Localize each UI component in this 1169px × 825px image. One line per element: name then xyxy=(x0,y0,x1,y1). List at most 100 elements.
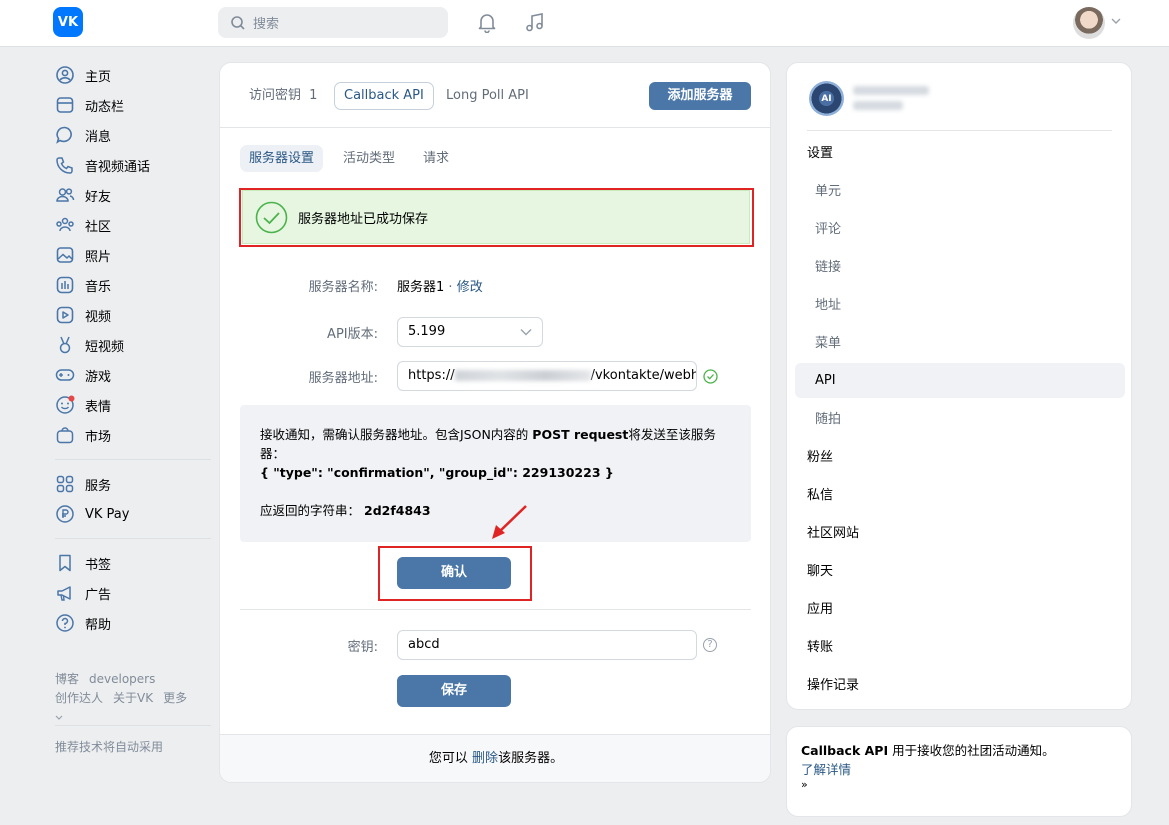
nav-label: 游戏 xyxy=(85,369,112,385)
menu-item-sections[interactable]: 单元 xyxy=(795,174,1125,209)
nav-item-home[interactable]: 主页 xyxy=(55,60,215,90)
friends-icon xyxy=(56,188,75,202)
menu-item-settings[interactable]: 设置 xyxy=(795,136,1125,171)
gamepad-icon xyxy=(55,369,75,381)
nav-item-help[interactable]: 帮助 xyxy=(55,608,215,638)
bell-icon[interactable] xyxy=(476,11,498,33)
menu-item-comments[interactable]: 评论 xyxy=(795,212,1125,247)
info-text: 接收通知，需确认服务器地址。包含JSON内容的 xyxy=(260,427,533,442)
chevron-down-icon xyxy=(520,329,532,336)
info-json: { "type": "confirmation", "group_id": 22… xyxy=(260,465,614,480)
annotation-arrow xyxy=(492,505,527,539)
nav-label: 短视频 xyxy=(85,339,125,355)
menu-item-action-log[interactable]: 操作记录 xyxy=(795,668,1125,703)
menu-item-community-site[interactable]: 社区网站 xyxy=(795,516,1125,551)
learn-more-link[interactable]: 了解详情 xyxy=(801,760,1117,779)
footer-link-developers[interactable]: developers xyxy=(89,672,155,686)
check-circle-icon xyxy=(703,369,718,384)
vk-logo[interactable]: VK xyxy=(53,7,83,37)
menu-item-messages[interactable]: 私信 xyxy=(795,478,1125,513)
tab-callback-api[interactable]: Callback API xyxy=(334,82,434,110)
nav-item-services[interactable]: 服务 xyxy=(55,469,215,499)
footer-link-blog[interactable]: 博客 xyxy=(55,672,79,686)
info-card-arrow: » xyxy=(801,778,808,791)
menu-item-clips[interactable]: 随拍 xyxy=(795,402,1125,437)
nav-item-clips[interactable]: 短视频 xyxy=(55,330,215,360)
subtab-server-settings[interactable]: 服务器设置 xyxy=(240,145,324,172)
sidebar-footer-links: 博客 developers 创作达人 关于VK 更多 xyxy=(55,670,215,727)
user-avatar[interactable] xyxy=(1073,7,1105,39)
group-avatar[interactable]: AI xyxy=(809,81,844,116)
nav-divider xyxy=(55,538,211,539)
nav-item-messages[interactable]: 消息 xyxy=(55,120,215,150)
user-circle-icon xyxy=(56,66,74,84)
community-icon xyxy=(56,217,74,232)
server-address-input[interactable]: https:// /vkontakte/webhc xyxy=(397,361,697,391)
nav-item-ads[interactable]: 广告 xyxy=(55,578,215,608)
chevron-down-icon xyxy=(55,715,63,720)
nav-label: 视频 xyxy=(85,309,112,325)
nav-item-news[interactable]: 动态栏 xyxy=(55,90,215,120)
photo-icon xyxy=(56,247,74,263)
menu-item-address[interactable]: 地址 xyxy=(795,288,1125,323)
redacted-group-name xyxy=(853,86,929,95)
menu-item-api[interactable]: API xyxy=(795,363,1125,398)
nav-item-bookmarks[interactable]: 书签 xyxy=(55,548,215,578)
nav-item-calls[interactable]: 音视频通话 xyxy=(55,150,215,180)
menu-item-links[interactable]: 链接 xyxy=(795,250,1125,285)
server-name-value: 服务器1 xyxy=(397,280,445,295)
return-string-label: 应返回的字符串： xyxy=(260,503,361,518)
nav-item-communities[interactable]: 社区 xyxy=(55,210,215,240)
server-name-row: 服务器1 · 修改 xyxy=(397,276,483,295)
top-header: VK 搜索 xyxy=(0,0,1169,47)
footer-link-creators[interactable]: 创作达人 xyxy=(55,691,103,705)
nav-item-music[interactable]: 音乐 xyxy=(55,270,215,300)
menu-item-transfers[interactable]: 转账 xyxy=(795,630,1125,665)
menu-item-chats[interactable]: 聊天 xyxy=(795,554,1125,589)
newsfeed-icon xyxy=(56,97,74,113)
footer-link-about[interactable]: 关于VK xyxy=(113,691,153,705)
subtab-event-types[interactable]: 活动类型 xyxy=(334,145,404,172)
bookmark-icon xyxy=(59,554,71,572)
footer-note: 推荐技术将自动采用 xyxy=(55,740,164,754)
music-note-icon[interactable] xyxy=(524,11,546,33)
add-server-button[interactable]: 添加服务器 xyxy=(649,82,751,110)
nav-label: 音视频通话 xyxy=(85,159,151,175)
search-input[interactable]: 搜索 xyxy=(218,7,448,38)
nav-item-photos[interactable]: 照片 xyxy=(55,240,215,270)
nav-label: 表情 xyxy=(85,399,112,415)
footer-more-label: 更多 xyxy=(163,691,188,705)
nav-item-market[interactable]: 市场 xyxy=(55,420,215,450)
info-card-desc: 用于接收您的社团活动通知。 xyxy=(888,743,1055,758)
footer-text: 您可以 xyxy=(428,751,473,766)
save-button[interactable]: 保存 xyxy=(397,675,511,707)
api-version-select[interactable]: 5.199 xyxy=(397,317,543,347)
smile-icon xyxy=(56,395,75,414)
menu-item-menu[interactable]: 菜单 xyxy=(795,326,1125,361)
info-line-1: 接收通知，需确认服务器地址。包含JSON内容的 POST request将发送至… xyxy=(260,425,731,463)
nav-label: 主页 xyxy=(85,69,112,85)
menu-item-followers[interactable]: 粉丝 xyxy=(795,440,1125,475)
search-placeholder: 搜索 xyxy=(253,17,280,32)
tab-access-keys[interactable]: 访问密钥 1 xyxy=(240,82,326,110)
chevron-down-icon[interactable] xyxy=(1111,17,1121,25)
nav-item-friends[interactable]: 好友 xyxy=(55,180,215,210)
secret-key-input[interactable]: abcd xyxy=(397,630,697,660)
server-address-prefix: https:// xyxy=(408,368,455,383)
nav-item-video[interactable]: 视频 xyxy=(55,300,215,330)
megaphone-icon xyxy=(57,586,71,601)
question-circle-icon[interactable]: ? xyxy=(703,638,717,652)
callback-api-info-card: Callback API 用于接收您的社团活动通知。 了解详情 » xyxy=(786,726,1132,817)
confirm-button[interactable]: 确认 xyxy=(397,557,511,589)
nav-label: 市场 xyxy=(85,429,112,445)
edit-server-name-link[interactable]: 修改 xyxy=(457,280,483,295)
nav-item-stickers[interactable]: 表情 xyxy=(55,390,215,420)
tab-long-poll-api[interactable]: Long Poll API xyxy=(437,82,538,110)
nav-label: 动态栏 xyxy=(85,99,125,115)
help-icon xyxy=(56,614,74,632)
delete-server-link[interactable]: 删除 xyxy=(472,751,498,766)
nav-item-games[interactable]: 游戏 xyxy=(55,360,215,390)
subtab-requests[interactable]: 请求 xyxy=(414,145,458,172)
nav-item-vkpay[interactable]: VK Pay xyxy=(55,499,215,529)
menu-item-apps[interactable]: 应用 xyxy=(795,592,1125,627)
